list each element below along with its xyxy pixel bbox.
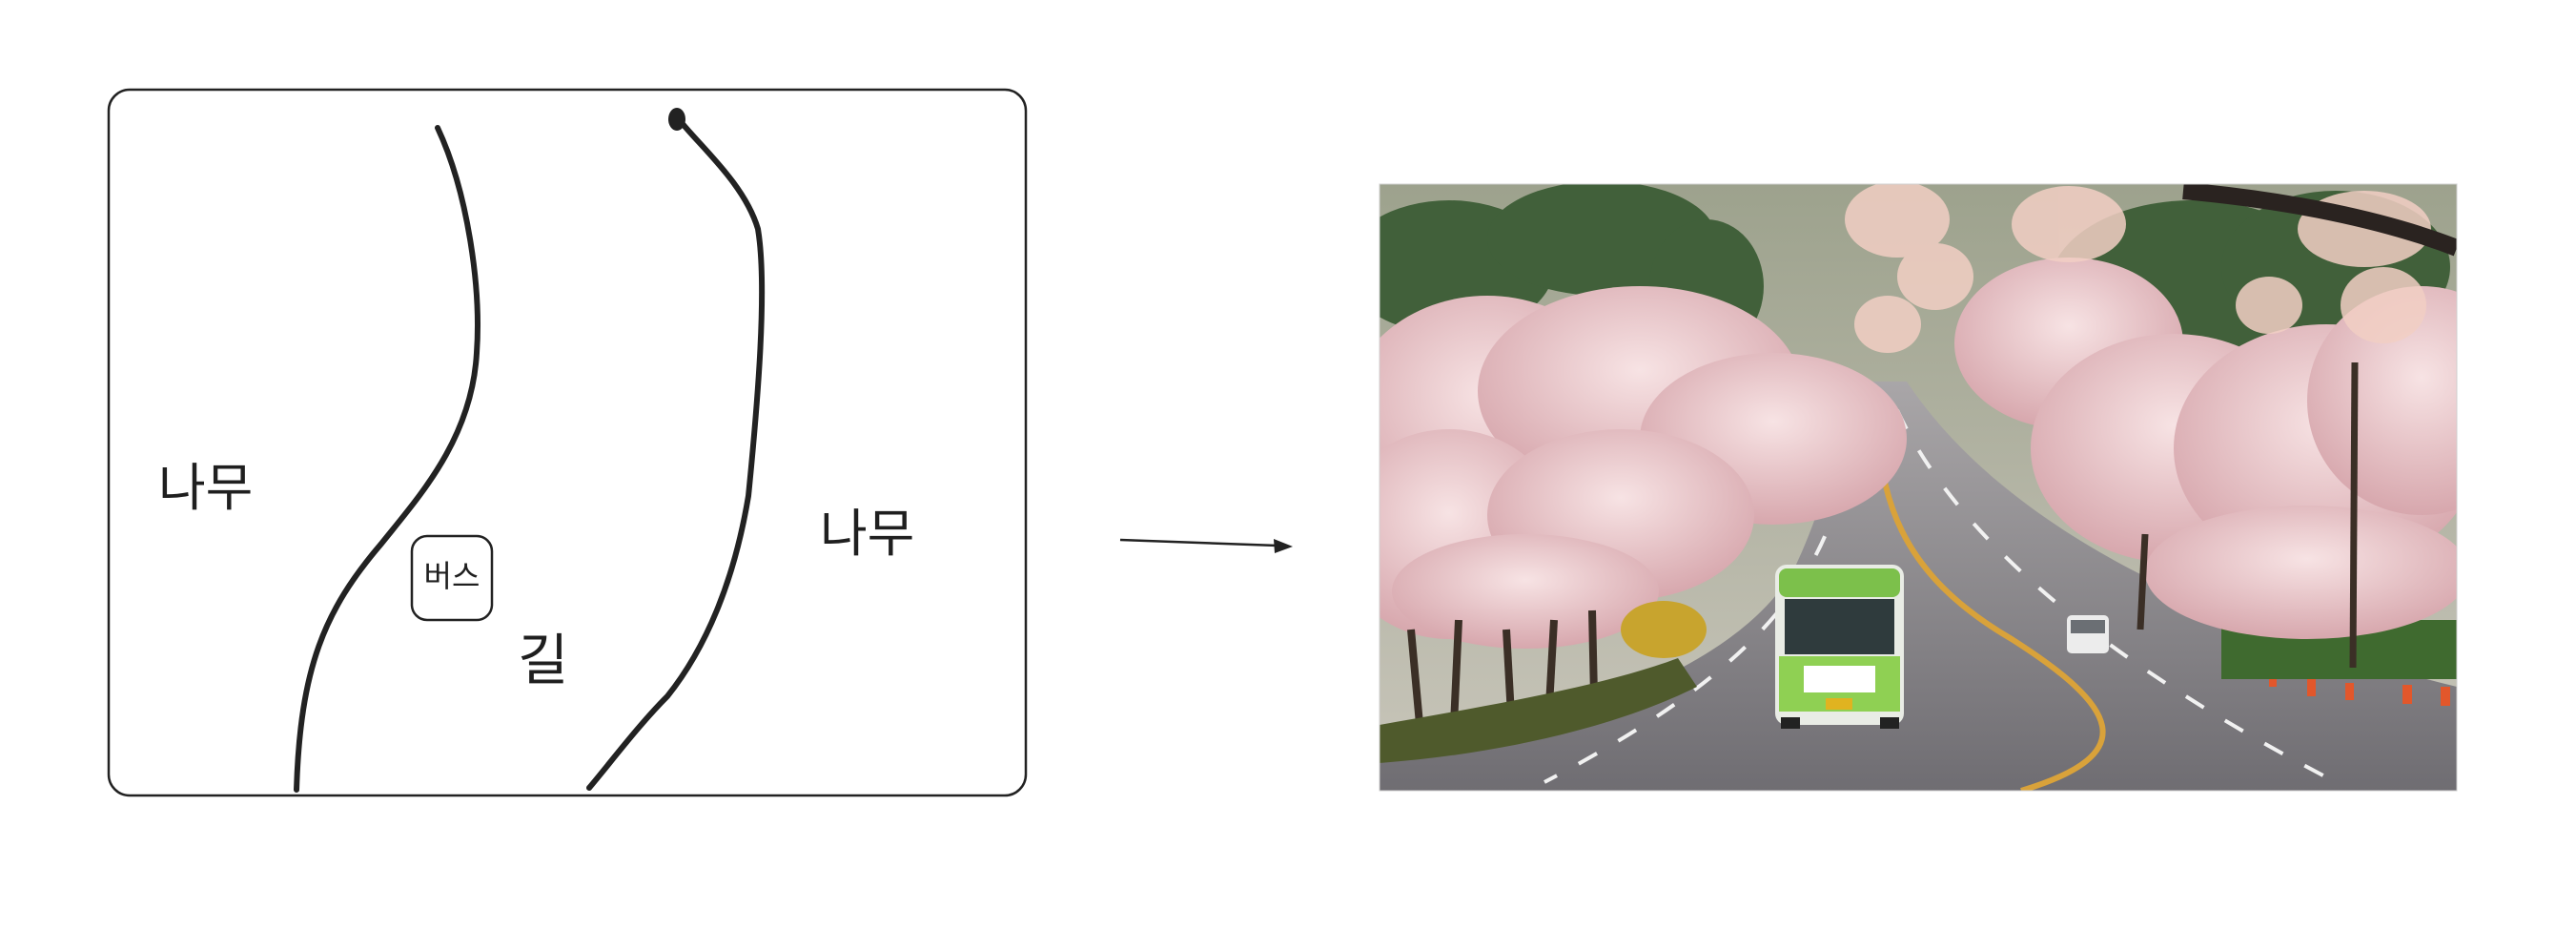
sketch-panel: 나무 나무 버스 길	[107, 88, 1028, 797]
tree-label-left: 나무	[158, 458, 253, 518]
green-bus	[1775, 565, 1904, 729]
road-label: 길	[518, 628, 568, 692]
transform-arrow	[1119, 538, 1293, 553]
white-car	[2067, 615, 2109, 653]
yellow-shrub	[1621, 601, 1707, 658]
bus-label: 버스	[424, 558, 480, 594]
cherry-blossom-road-photo	[1380, 184, 2457, 791]
diagram-canvas: 나무 나무 버스 길	[0, 0, 2576, 946]
tree-label-right: 나무	[820, 504, 914, 564]
road-right-edge-start	[668, 108, 685, 131]
